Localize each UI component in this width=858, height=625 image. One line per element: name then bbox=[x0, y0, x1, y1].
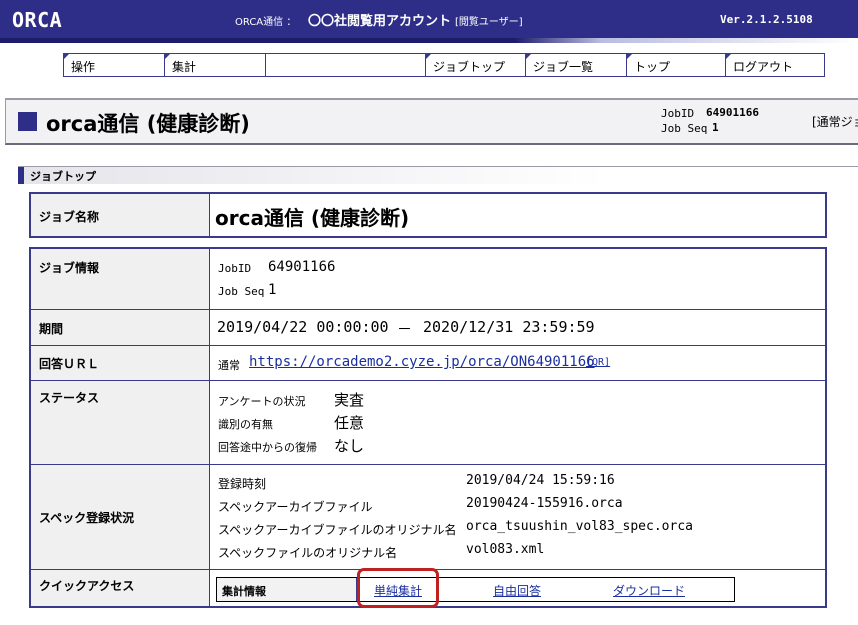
status-item-name: 回答途中からの復帰 bbox=[218, 441, 317, 454]
status-item-name: アンケートの状況 bbox=[218, 395, 306, 408]
job-info-seq-label: Job Seq bbox=[218, 285, 265, 298]
job-name-cell: orca通信 (健康診断) bbox=[211, 194, 825, 236]
download-link[interactable]: ダウンロード bbox=[613, 582, 685, 599]
spec-item-value: 2019/04/24 15:59:16 bbox=[466, 473, 615, 488]
answer-url-link[interactable]: https://orcademo2.cyze.jp/orca/ON6490116… bbox=[249, 354, 595, 370]
status-item-name: 識別の有無 bbox=[218, 418, 273, 431]
account-role: [閲覧ユーザー] bbox=[455, 17, 523, 28]
period-label: 期間 bbox=[31, 310, 210, 345]
spec-item-name: スペックアーカイブファイルのオリジナル名 bbox=[218, 523, 457, 537]
job-info-id-value: 64901166 bbox=[268, 259, 336, 275]
nav-item-logout[interactable]: ログアウト bbox=[726, 54, 824, 76]
qr-link[interactable]: [QR] bbox=[586, 357, 610, 368]
answer-url-type: 通常 bbox=[218, 359, 240, 372]
corner-marker-icon bbox=[526, 54, 531, 59]
status-item-value: 実査 bbox=[334, 391, 365, 409]
nav-item-label: 操作 bbox=[71, 60, 96, 74]
nav-item-job-list[interactable]: ジョブ一覧 bbox=[526, 54, 627, 76]
status-item-value: なし bbox=[334, 437, 365, 455]
nav-item-label: トップ bbox=[634, 60, 671, 74]
nav-item-label: ジョブトップ bbox=[433, 60, 506, 74]
job-seq-label: Job Seq bbox=[661, 122, 708, 135]
page-title-band: orca通信 (健康診断) JobID 64901166 Job Seq 1 [… bbox=[5, 98, 858, 145]
job-id-value: 64901166 bbox=[706, 106, 759, 119]
account-name: 〇〇社閲覧用アカウント bbox=[308, 14, 452, 29]
nav-item-label: ログアウト bbox=[733, 60, 794, 74]
spec-label: スペック登録状況 bbox=[31, 465, 210, 569]
job-seq-value: 1 bbox=[712, 121, 719, 134]
spec-item-name: 登録時刻 bbox=[218, 477, 267, 491]
period-start: 2019/04/22 00:00:00 bbox=[217, 318, 389, 336]
corner-marker-icon bbox=[165, 54, 170, 59]
nav-item-label: ジョブ一覧 bbox=[533, 60, 594, 74]
spec-cell: 登録時刻 2019/04/24 15:59:16 スペックアーカイブファイル 2… bbox=[211, 465, 825, 569]
answer-url-label: 回答ＵＲＬ bbox=[31, 346, 210, 380]
nav-item-blank bbox=[266, 54, 426, 76]
nav-item-label: 集計 bbox=[172, 60, 197, 74]
corner-marker-icon bbox=[627, 54, 632, 59]
spec-row: スペック登録状況 登録時刻 2019/04/24 15:59:16 スペックアー… bbox=[31, 465, 825, 570]
job-info-cell: JobID 64901166 Job Seq 1 bbox=[211, 249, 825, 309]
spec-item-name: スペックアーカイブファイル bbox=[218, 500, 373, 514]
status-cell: アンケートの状況 実査 識別の有無 任意 回答途中からの復帰 なし bbox=[211, 381, 825, 464]
spec-item-value: 20190424-155916.orca bbox=[466, 496, 623, 511]
header-gradient-strip bbox=[0, 38, 858, 43]
period-row: 期間 2019/04/22 00:00:00 － 2020/12/31 23:5… bbox=[31, 310, 825, 346]
job-info-label: ジョブ情報 bbox=[31, 249, 210, 309]
answer-url-cell: 通常 https://orcademo2.cyze.jp/orca/ON6490… bbox=[211, 346, 825, 380]
job-name-value: orca通信 (健康診断) bbox=[215, 206, 410, 230]
section-header: ジョブトップ bbox=[18, 166, 858, 184]
status-label: ステータス bbox=[31, 381, 210, 464]
version-label: Ver.2.1.2.5108 bbox=[720, 13, 813, 26]
quick-access-label: クイックアクセス bbox=[31, 570, 210, 606]
period-end: 2020/12/31 23:59:59 bbox=[423, 318, 595, 336]
job-name-label: ジョブ名称 bbox=[31, 194, 210, 236]
nav-item-job-top[interactable]: ジョブトップ bbox=[426, 54, 526, 76]
period-cell: 2019/04/22 00:00:00 － 2020/12/31 23:59:5… bbox=[211, 310, 825, 345]
page-title: orca通信 (健康診断) bbox=[46, 112, 250, 136]
corner-marker-icon bbox=[726, 54, 731, 59]
quick-access-box-label: 集計情報 bbox=[217, 578, 357, 601]
quick-access-cell: 集計情報 単純集計 自由回答 ダウンロード bbox=[211, 570, 825, 606]
job-id-label: JobID bbox=[661, 107, 695, 120]
status-item-value: 任意 bbox=[334, 414, 365, 432]
spec-item-name: スペックファイルのオリジナル名 bbox=[218, 546, 398, 560]
quick-access-box: 集計情報 単純集計 自由回答 ダウンロード bbox=[216, 577, 735, 602]
free-answer-link[interactable]: 自由回答 bbox=[493, 582, 541, 599]
nav-item-tally[interactable]: 集計 bbox=[165, 54, 266, 76]
job-name-table: ジョブ名称 orca通信 (健康診断) bbox=[29, 192, 827, 238]
status-row: ステータス アンケートの状況 実査 識別の有無 任意 回答途中からの復帰 なし bbox=[31, 381, 825, 465]
highlight-box bbox=[357, 568, 439, 608]
spec-item-value: vol083.xml bbox=[466, 542, 545, 557]
job-info-table: ジョブ情報 JobID 64901166 Job Seq 1 期間 2019/0… bbox=[29, 247, 827, 608]
nav-item-top[interactable]: トップ bbox=[627, 54, 726, 76]
job-info-row: ジョブ情報 JobID 64901166 Job Seq 1 bbox=[31, 249, 825, 310]
job-info-id-label: JobID bbox=[218, 262, 252, 275]
service-label: ORCA通信 ： bbox=[235, 17, 297, 28]
main-nav: 操作 集計 ジョブトップ ジョブ一覧 トップ ログアウト bbox=[63, 53, 825, 77]
section-title: ジョブトップ bbox=[30, 170, 96, 183]
corner-marker-icon bbox=[64, 54, 69, 59]
job-name-row: ジョブ名称 orca通信 (健康診断) bbox=[31, 194, 825, 236]
nav-item-operation[interactable]: 操作 bbox=[64, 54, 165, 76]
spec-item-value: orca_tsuushin_vol83_spec.orca bbox=[466, 519, 693, 534]
title-square-icon bbox=[18, 112, 37, 131]
period-separator: － bbox=[397, 320, 413, 338]
answer-url-row: 回答ＵＲＬ 通常 https://orcademo2.cyze.jp/orca/… bbox=[31, 346, 825, 381]
job-info-seq-value: 1 bbox=[268, 282, 277, 298]
orca-logo: ORCA bbox=[12, 8, 63, 32]
top-header-bar: ORCA ORCA通信 ： 〇〇社閲覧用アカウント [閲覧ユーザー] Ver.2… bbox=[0, 0, 858, 38]
corner-marker-icon bbox=[426, 54, 431, 59]
section-mark-icon bbox=[18, 167, 24, 184]
job-type-tag: [通常ジョ bbox=[812, 115, 858, 129]
